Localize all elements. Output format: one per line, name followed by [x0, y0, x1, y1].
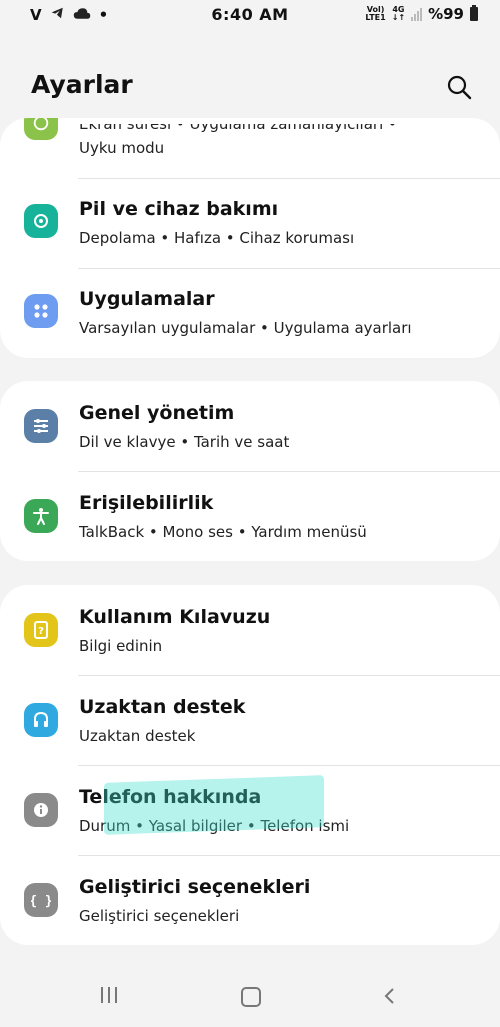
- battery-icon: [470, 5, 478, 21]
- list-item-ekran-suresi[interactable]: Ekran süresi • Uygulama zamanlayıcıları …: [0, 118, 500, 178]
- settings-group-1: Ekran süresi • Uygulama zamanlayıcıları …: [0, 118, 500, 358]
- list-item-title: Geliştirici seçenekleri: [79, 876, 311, 898]
- back-button[interactable]: [380, 986, 400, 1006]
- list-item-sub: Geliştirici seçenekleri: [79, 907, 240, 925]
- list-item-sub2: Uyku modu: [79, 139, 165, 157]
- list-item-title: Kullanım Kılavuzu: [79, 606, 271, 628]
- svg-text:?: ?: [38, 626, 44, 637]
- list-item-sub: Uzaktan destek: [79, 727, 196, 745]
- list-item-sub: Varsayılan uygulamalar • Uygulama ayarla…: [79, 319, 412, 337]
- info-icon: [24, 793, 58, 827]
- list-item-pil-ve-cihaz-bakimi[interactable]: Pil ve cihaz bakımı Depolama • Hafıza • …: [0, 178, 500, 266]
- list-item-sub: Ekran süresi • Uygulama zamanlayıcıları …: [79, 118, 397, 133]
- list-item-gelistirici-secenekleri[interactable]: { } Geliştirici seçenekleri Geliştirici …: [0, 855, 500, 943]
- settings-header: Ayarlar: [0, 60, 500, 120]
- volte-icon: Vol) LTE1: [365, 5, 386, 22]
- list-item-uzaktan-destek[interactable]: Uzaktan destek Uzaktan destek: [0, 675, 500, 763]
- headset-icon: [24, 703, 58, 737]
- home-button[interactable]: [241, 987, 261, 1007]
- page-title: Ayarlar: [31, 70, 133, 99]
- status-right-icons: Vol) LTE1 4G ↓↑ %99: [365, 5, 478, 23]
- list-item-kullanim-kilavuzu[interactable]: ? Kullanım Kılavuzu Bilgi edinin: [0, 585, 500, 673]
- list-item-title: Erişilebilirlik: [79, 492, 214, 514]
- network-4g-icon: 4G ↓↑: [391, 5, 406, 22]
- settings-group-2: Genel yönetim Dil ve klavye • Tarih ve s…: [0, 381, 500, 561]
- navigation-bar: [0, 965, 500, 1027]
- developer-options-icon: { }: [24, 883, 58, 917]
- search-icon[interactable]: [446, 74, 472, 100]
- signal-icon: [411, 7, 423, 21]
- svg-text:{ }: { }: [31, 894, 51, 909]
- accessibility-icon: [24, 499, 58, 533]
- recents-button[interactable]: [101, 987, 117, 1003]
- list-item-title: Genel yönetim: [79, 402, 235, 424]
- list-item-sub: Dil ve klavye • Tarih ve saat: [79, 433, 290, 451]
- list-item-erisilebilirlik[interactable]: Erişilebilirlik TalkBack • Mono ses • Ya…: [0, 471, 500, 559]
- list-item-title: Uzaktan destek: [79, 696, 246, 718]
- general-management-icon: [24, 409, 58, 443]
- list-item-uygulamalar[interactable]: Uygulamalar Varsayılan uygulamalar • Uyg…: [0, 268, 500, 356]
- list-item-title: Pil ve cihaz bakımı: [79, 198, 279, 220]
- screen-time-icon: [24, 118, 58, 140]
- user-manual-icon: ?: [24, 613, 58, 647]
- battery-percent: %99: [428, 5, 464, 23]
- list-item-genel-yonetim[interactable]: Genel yönetim Dil ve klavye • Tarih ve s…: [0, 381, 500, 469]
- apps-icon: [24, 294, 58, 328]
- settings-group-3: ? Kullanım Kılavuzu Bilgi edinin Uzaktan…: [0, 585, 500, 945]
- list-item-sub: Bilgi edinin: [79, 637, 163, 655]
- list-item-sub: TalkBack • Mono ses • Yardım menüsü: [79, 523, 367, 541]
- list-item-sub: Depolama • Hafıza • Cihaz koruması: [79, 229, 355, 247]
- touch-highlight: [104, 775, 324, 835]
- device-care-icon: [24, 204, 58, 238]
- status-bar: V • 6:40 AM Vol) LTE1 4G ↓↑ %99: [0, 0, 500, 32]
- list-item-title: Uygulamalar: [79, 288, 215, 310]
